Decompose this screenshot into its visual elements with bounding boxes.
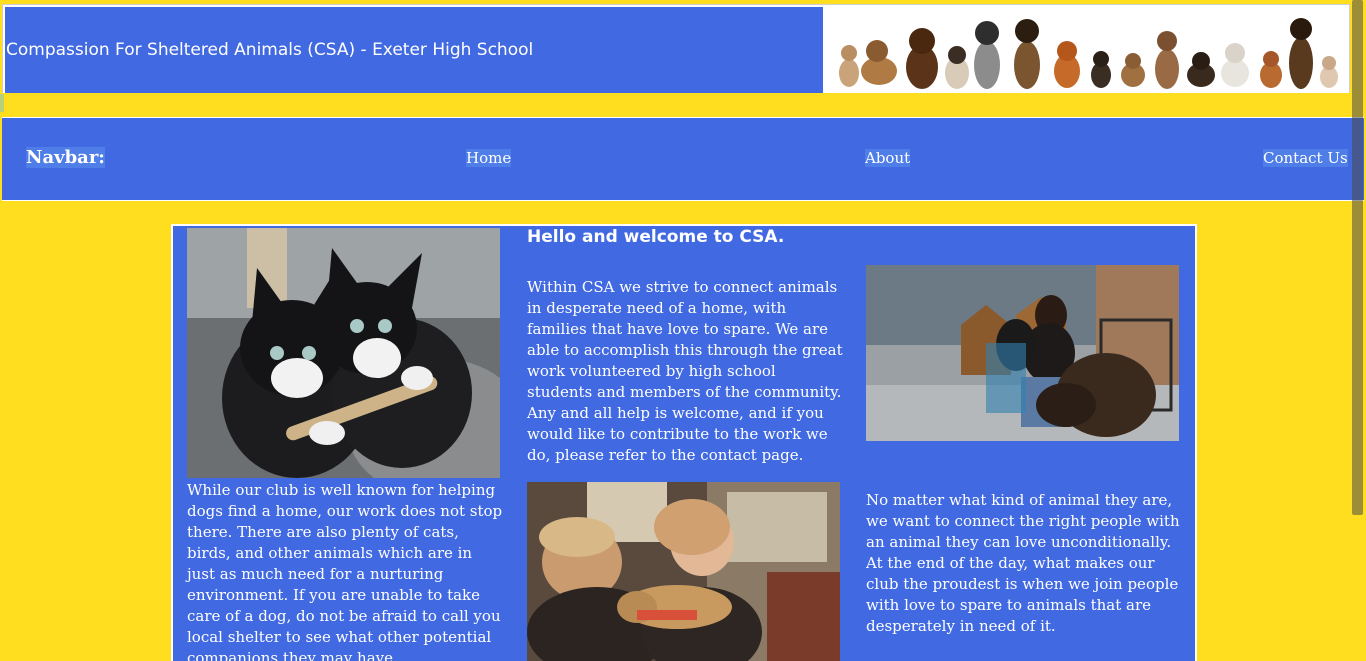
- header-divider: [0, 93, 1366, 115]
- navbar: Navbar: Home About Contact Us: [2, 117, 1364, 201]
- nav-link-about[interactable]: About: [865, 149, 911, 167]
- volunteers-with-dog-photo: [527, 482, 840, 661]
- dogs-banner-image: [827, 5, 1349, 93]
- left-paragraph: While our club is well known for helping…: [187, 481, 503, 661]
- nav-link-home[interactable]: Home: [466, 149, 512, 167]
- site-header: Compassion For Sheltered Animals (CSA) -…: [2, 4, 1350, 94]
- kittens-photo: [187, 228, 500, 478]
- right-paragraph: No matter what kind of animal they are, …: [866, 491, 1180, 635]
- navbar-label: Navbar:: [26, 147, 105, 168]
- site-title: Compassion For Sheltered Animals (CSA) -…: [6, 40, 534, 60]
- welcome-heading: Hello and welcome to CSA.: [527, 227, 785, 247]
- intro-paragraph: Within CSA we strive to connect animals …: [527, 278, 843, 464]
- scrollbar-thumb[interactable]: [1352, 0, 1363, 515]
- page: Compassion For Sheltered Animals (CSA) -…: [0, 0, 1366, 661]
- woman-with-dog-photo: [866, 265, 1179, 441]
- header-title-box: Compassion For Sheltered Animals (CSA) -…: [5, 7, 823, 93]
- nav-link-contact[interactable]: Contact Us: [1263, 149, 1348, 167]
- main-content: While our club is well known for helping…: [171, 224, 1197, 661]
- page-scrollbar[interactable]: [1350, 0, 1366, 661]
- divider-marker: [0, 94, 4, 112]
